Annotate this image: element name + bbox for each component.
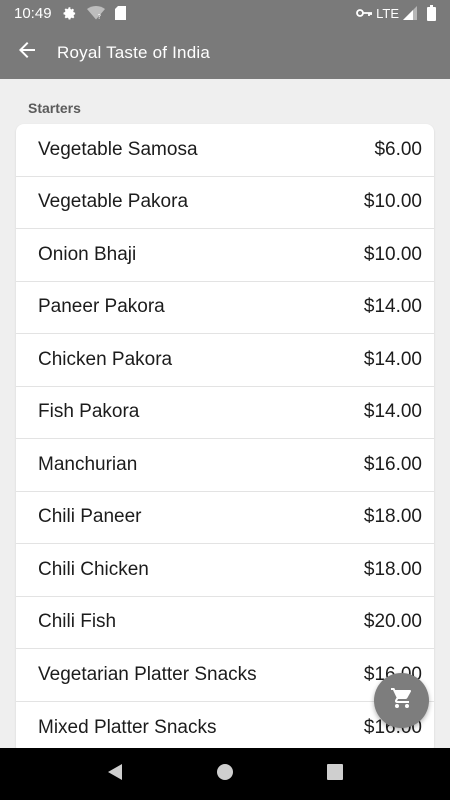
menu-item-name: Vegetarian Platter Snacks xyxy=(38,663,257,685)
cart-button[interactable] xyxy=(374,673,429,728)
menu-item[interactable]: Vegetable Pakora $10.00 xyxy=(16,177,434,229)
signal-icon xyxy=(403,6,417,20)
shopping-cart-icon xyxy=(390,686,414,715)
menu-item-name: Manchurian xyxy=(38,453,138,475)
nav-recents-button[interactable] xyxy=(315,754,355,794)
recents-square-icon xyxy=(327,763,343,785)
menu-item-name: Chili Fish xyxy=(38,611,117,633)
key-icon xyxy=(356,8,373,18)
menu-item-price: $14.00 xyxy=(363,401,422,423)
menu-item-price: $14.00 xyxy=(363,348,422,370)
menu-item[interactable]: Vegetarian Platter Snacks$16.00 xyxy=(16,649,434,702)
settings-icon xyxy=(62,6,77,21)
menu-item[interactable]: Chili Chicken $18.00 xyxy=(16,544,434,597)
sd-card-icon xyxy=(114,6,126,20)
app-screen: 10:49 ? LTE Royal Taste of India Starter… xyxy=(0,0,450,800)
menu-item[interactable]: Chicken Pakora $14.00 xyxy=(16,334,434,387)
section-title: Starters xyxy=(28,100,81,116)
menu-item-price: $18.00 xyxy=(363,506,422,528)
svg-text:?: ? xyxy=(97,12,101,20)
menu-item-name: Onion Bhaji xyxy=(38,243,137,265)
wifi-question-icon: ? xyxy=(86,5,105,21)
home-circle-icon xyxy=(216,763,234,786)
network-type: LTE xyxy=(376,5,399,21)
menu-item-name: Chili Paneer xyxy=(38,506,142,528)
menu-item-name: Mixed Platter Snacks xyxy=(38,716,217,738)
system-nav-bar xyxy=(0,748,450,800)
menu-item[interactable]: Onion Bhaji $10.00 xyxy=(16,229,434,282)
menu-item[interactable]: Chili Fish $20.00 xyxy=(16,597,434,649)
menu-item[interactable]: Chili Paneer $18.00 xyxy=(16,492,434,544)
menu-item-price: $10.00 xyxy=(363,191,422,213)
menu-item-name: Paneer Pakora xyxy=(38,296,165,318)
menu-item[interactable]: Manchurian $16.00 xyxy=(16,439,434,492)
menu-item-price: $6.00 xyxy=(374,138,422,160)
menu-item-price: $14.00 xyxy=(363,296,422,318)
menu-item[interactable]: Vegetable Samosa $6.00 xyxy=(16,124,434,177)
nav-home-button[interactable] xyxy=(205,754,245,794)
menu-item-price: $20.00 xyxy=(363,611,422,633)
menu-item[interactable]: Fish Pakora $14.00 xyxy=(16,387,434,439)
menu-item-name: Vegetable Pakora xyxy=(38,191,189,213)
menu-item[interactable]: Mixed Platter Snacks $16.00 xyxy=(16,702,434,749)
menu-item-price: $18.00 xyxy=(363,558,422,580)
app-bar: Royal Taste of India xyxy=(0,26,450,79)
menu-item-price: $10.00 xyxy=(363,243,422,265)
back-triangle-icon xyxy=(106,763,124,786)
menu-item-name: Chicken Pakora xyxy=(38,348,173,370)
nav-back-button[interactable] xyxy=(95,754,135,794)
menu-item-name: Fish Pakora xyxy=(38,401,140,423)
menu-item-price: $16.00 xyxy=(363,453,422,475)
menu-content[interactable]: Starters Vegetable Samosa $6.00 Vegetable … xyxy=(0,79,450,748)
menu-item-name: Vegetable Samosa xyxy=(38,138,198,160)
page-title: Royal Taste of India xyxy=(57,42,210,62)
status-bar: 10:49 ? LTE xyxy=(0,0,450,26)
menu-item[interactable]: Paneer Pakora $14.00 xyxy=(16,282,434,334)
menu-item-name: Chili Chicken xyxy=(38,558,149,580)
arrow-back-icon xyxy=(15,38,39,67)
status-time: 10:49 xyxy=(14,4,52,22)
back-button[interactable] xyxy=(0,26,54,79)
menu-card: Vegetable Samosa $6.00 Vegetable Pakora $10… xyxy=(16,124,434,748)
battery-icon xyxy=(427,5,436,21)
